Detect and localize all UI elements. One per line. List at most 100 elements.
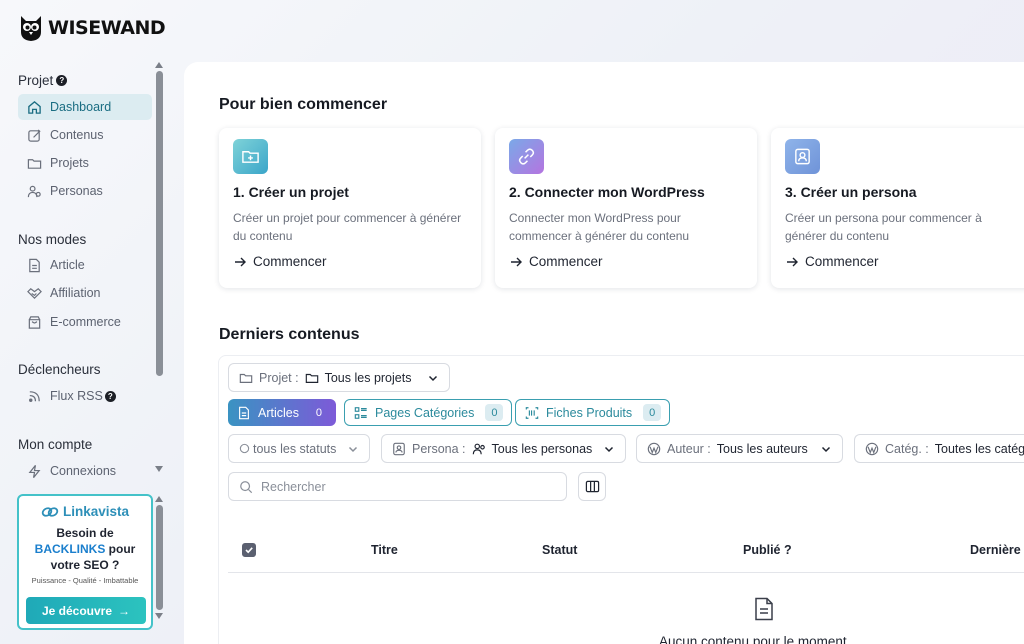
promo-brand-name: Linkavista <box>62 504 130 519</box>
getting-started-title: Pour bien commencer <box>219 96 388 113</box>
sidebar-item-label: Personas <box>50 184 103 198</box>
sidebar-item-personas[interactable]: Personas <box>18 178 152 204</box>
scroll-down-icon[interactable] <box>155 613 163 619</box>
empty-document-icon <box>755 597 773 621</box>
sidebar-item-label: Affiliation <box>50 286 101 300</box>
tab-label: Fiches Produits <box>546 405 633 420</box>
empty-state-message: Aucun contenu pour le moment <box>659 634 847 644</box>
chevron-down-icon <box>821 446 831 452</box>
check-icon <box>245 547 253 554</box>
sidebar-item-article[interactable]: Article <box>18 252 152 278</box>
card-connect-wordpress[interactable]: 2. Connecter mon WordPress Connecter mon… <box>495 128 757 288</box>
filter-value: tous les statuts <box>253 441 337 456</box>
columns-toggle-button[interactable] <box>578 472 606 501</box>
tab-pages-categories[interactable]: Pages Catégories 0 <box>344 399 513 426</box>
sidebar-item-contenus[interactable]: Contenus <box>18 122 152 148</box>
scroll-thumb[interactable] <box>155 71 163 376</box>
scroll-up-icon[interactable] <box>155 62 163 68</box>
section-title-mon-compte: Mon compte <box>18 437 92 452</box>
filter-value: Tous les auteurs <box>716 441 808 456</box>
arrow-right-icon <box>787 257 798 266</box>
sidebar-item-label: Connexions <box>50 464 117 478</box>
help-icon[interactable]: ? <box>56 75 68 86</box>
start-button-label: Commencer <box>253 254 327 269</box>
sidebar-item-label: Contenus <box>50 128 104 142</box>
card-create-persona[interactable]: 3. Créer un persona Créer un persona pou… <box>771 128 1024 288</box>
help-icon[interactable]: ? <box>104 390 116 402</box>
brand-logo[interactable]: WISEWAND <box>18 14 166 42</box>
sidebar-item-label: Article <box>50 258 85 272</box>
document-icon <box>29 258 40 272</box>
section-title-projet: Projet ? <box>18 73 68 88</box>
search-input[interactable]: Rechercher <box>228 472 567 501</box>
section-label: Projet <box>18 73 54 88</box>
column-header-derniere[interactable]: Dernière <box>970 543 1021 557</box>
start-button[interactable]: Commencer <box>509 254 603 269</box>
sidebar: Projet ? Dashboard Contenus Projets Pers… <box>0 62 168 482</box>
status-filter-select[interactable]: tous les statuts <box>228 434 370 463</box>
scroll-down-icon[interactable] <box>155 466 163 472</box>
sidebar-item-ecommerce[interactable]: E-commerce <box>18 309 152 335</box>
start-button[interactable]: Commencer <box>785 254 879 269</box>
section-label: Mon compte <box>18 437 93 452</box>
category-filter-select[interactable]: Catég. : Toutes les catég <box>854 434 1024 463</box>
search-icon <box>240 480 253 493</box>
card-icon-box <box>509 139 544 174</box>
scroll-up-icon[interactable] <box>155 496 163 502</box>
brand-name: WISEWAND <box>48 17 166 39</box>
folder-icon <box>27 158 42 169</box>
table-divider <box>228 572 1024 573</box>
arrow-right-icon <box>511 257 522 266</box>
section-title-nos-modes: Nos modes <box>18 232 86 247</box>
sidebar-item-dashboard[interactable]: Dashboard <box>18 94 152 120</box>
promo-line-2-suffix: pour <box>105 542 136 556</box>
card-icon-box <box>233 139 268 174</box>
wordpress-icon <box>865 442 879 455</box>
folder-icon <box>305 373 318 383</box>
persona-filter-select[interactable]: Persona : Tous les personas <box>381 434 626 463</box>
folder-plus-icon <box>242 151 259 163</box>
sidebar-item-connexions[interactable]: Connexions <box>18 458 152 482</box>
tab-label: Pages Catégories <box>375 405 475 420</box>
card-description: Créer un persona pour commencer à génére… <box>785 211 982 243</box>
sidebar-item-label: E-commerce <box>50 315 121 329</box>
lightning-icon <box>28 464 41 478</box>
promo-discover-button[interactable]: Je découvre → <box>26 597 146 624</box>
card-title: 1. Créer un projet <box>233 184 349 200</box>
filter-value: Toutes les catég <box>934 441 1024 456</box>
sidebar-item-affiliation[interactable]: Affiliation <box>18 280 152 306</box>
home-icon <box>28 100 41 114</box>
promo-line-1: Besoin de <box>56 526 114 540</box>
document-icon <box>239 406 249 419</box>
start-button[interactable]: Commencer <box>233 254 327 269</box>
sidebar-item-label: Dashboard <box>50 100 112 114</box>
barcode-icon <box>525 406 539 419</box>
card-description: Créer un projet pour commencer à générer… <box>233 211 462 243</box>
author-filter-select[interactable]: Auteur : Tous les auteurs <box>636 434 843 463</box>
search-placeholder: Rechercher <box>261 479 326 494</box>
scroll-thumb[interactable] <box>155 505 163 610</box>
filter-value: Tous les personas <box>491 441 593 456</box>
user-card-icon <box>393 442 405 455</box>
filter-label: Catég. : <box>885 441 929 456</box>
promo-scrollbar[interactable] <box>154 496 164 626</box>
tab-articles[interactable]: Articles 0 <box>228 399 336 426</box>
chain-link-icon <box>41 506 59 517</box>
start-button-label: Commencer <box>805 254 879 269</box>
promo-highlight: BACKLINKS <box>34 542 106 556</box>
sidebar-item-projets[interactable]: Projets <box>18 150 152 176</box>
tab-fiches-produits[interactable]: Fiches Produits 0 <box>515 399 671 426</box>
card-create-project[interactable]: 1. Créer un projet Créer un projet pour … <box>219 128 481 288</box>
sidebar-item-label: Projets <box>50 156 89 170</box>
sidebar-item-flux-rss[interactable]: Flux RSS ? <box>18 383 152 409</box>
sidebar-scrollbar[interactable] <box>154 62 164 474</box>
section-label: Déclencheurs <box>18 362 101 377</box>
chevron-down-icon <box>428 375 438 381</box>
project-filter-select[interactable]: Projet : Tous les projets <box>228 363 450 392</box>
tab-count-badge: 0 <box>643 404 662 421</box>
filter-label: Projet : <box>259 370 299 385</box>
column-header-publie[interactable]: Publié ? <box>743 543 792 557</box>
column-header-statut[interactable]: Statut <box>542 543 577 557</box>
select-all-checkbox[interactable] <box>242 543 256 557</box>
column-header-titre[interactable]: Titre <box>371 543 398 557</box>
